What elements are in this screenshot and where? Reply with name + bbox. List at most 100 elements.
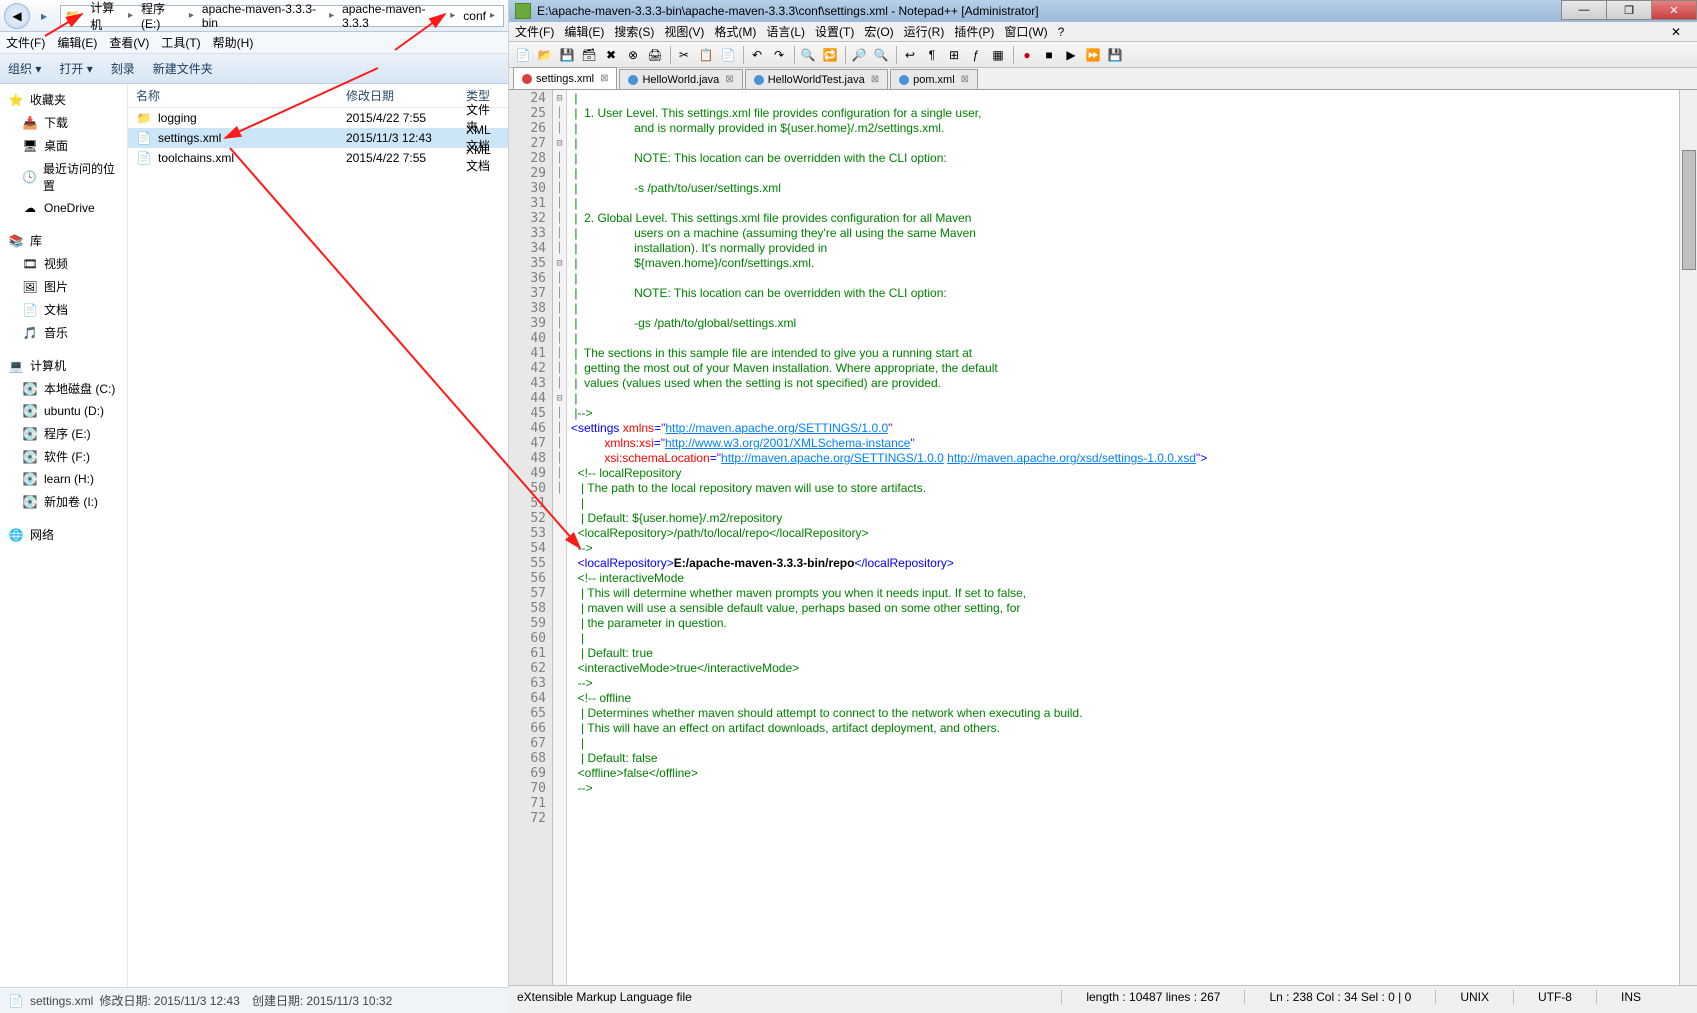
paste-icon[interactable]: 📄 [718, 45, 738, 65]
editor-tab[interactable]: pom.xml⊠ [890, 69, 978, 89]
nav-drive-h[interactable]: 💽learn (H:) [0, 468, 127, 490]
doc-map-icon[interactable]: ▦ [988, 45, 1008, 65]
replace-icon[interactable]: 🔁 [820, 45, 840, 65]
nav-recent[interactable]: 🕓最近访问的位置 [0, 157, 127, 197]
nav-downloads[interactable]: 📥下载 [0, 111, 127, 134]
file-row[interactable]: 📁logging2015/4/22 7:55文件夹 [128, 108, 508, 128]
menu-run[interactable]: 运行(R) [904, 23, 945, 40]
play-icon[interactable]: ▶ [1061, 45, 1081, 65]
nav-desktop[interactable]: 🖥桌面 [0, 134, 127, 157]
close-tab-icon[interactable]: ⊠ [600, 73, 608, 84]
col-name[interactable]: 名称 [136, 87, 346, 104]
menu-format[interactable]: 格式(M) [714, 23, 756, 40]
menu-edit[interactable]: 编辑(E) [57, 34, 97, 51]
nav-pictures[interactable]: 🖼图片 [0, 275, 127, 298]
open-button[interactable]: 打开 ▾ [59, 60, 92, 77]
nav-documents[interactable]: 📄文档 [0, 298, 127, 321]
breadcrumb-segment[interactable]: conf [459, 9, 499, 23]
file-row[interactable]: 📄settings.xml2015/11/3 12:43XML 文档 [128, 128, 508, 148]
new-file-icon[interactable]: 📄 [513, 45, 533, 65]
open-file-icon[interactable]: 📂 [535, 45, 555, 65]
menu-plugins[interactable]: 插件(P) [954, 23, 994, 40]
minimize-button[interactable]: — [1561, 0, 1607, 20]
close-button[interactable]: ✕ [1651, 0, 1697, 20]
menu-help[interactable]: ? [1058, 25, 1065, 39]
menu-view[interactable]: 视图(V) [664, 23, 704, 40]
organize-button[interactable]: 组织 ▾ [8, 60, 41, 77]
wrap-icon[interactable]: ↩ [900, 45, 920, 65]
status-mod: 2015/11/3 12:43 [154, 994, 240, 1008]
nav-onedrive[interactable]: ☁OneDrive [0, 197, 127, 219]
nav-computer[interactable]: 💻计算机 [0, 354, 127, 377]
nav-drive-i[interactable]: 💽新加卷 (I:) [0, 490, 127, 513]
print-icon[interactable]: 🖨 [645, 45, 665, 65]
undo-icon[interactable]: ↶ [747, 45, 767, 65]
menu-help[interactable]: 帮助(H) [213, 34, 254, 51]
close-file-icon[interactable]: ✖ [601, 45, 621, 65]
zoom-in-icon[interactable]: 🔎 [849, 45, 869, 65]
menu-language[interactable]: 语言(L) [766, 23, 805, 40]
menu-window[interactable]: 窗口(W) [1004, 23, 1047, 40]
nav-music[interactable]: 🎵音乐 [0, 321, 127, 344]
copy-icon[interactable]: 📋 [696, 45, 716, 65]
fold-column[interactable]: ⊟ │ │ ⊟ │ │ │ │ │ │ │ ⊟ │ │ │ │ │ │ │ │ … [553, 90, 567, 985]
save-all-icon[interactable]: 🗃 [579, 45, 599, 65]
breadcrumb-segment[interactable]: 计算机 [86, 0, 137, 33]
nav-forward-button[interactable]: ▸ [30, 4, 58, 28]
file-row[interactable]: 📄toolchains.xml2015/4/22 7:55XML 文档 [128, 148, 508, 168]
menu-macro[interactable]: 宏(O) [864, 23, 893, 40]
menu-tools[interactable]: 工具(T) [161, 34, 200, 51]
col-date[interactable]: 修改日期 [346, 87, 466, 104]
nav-videos[interactable]: 🎞视频 [0, 252, 127, 275]
explorer-toolbar: ◀ ▸ 📁 计算机 程序 (E:) apache-maven-3.3.3-bin… [0, 0, 508, 32]
editor-tab[interactable]: settings.xml⊠ [513, 67, 617, 89]
nav-drive-f[interactable]: 💽软件 (F:) [0, 445, 127, 468]
new-folder-button[interactable]: 新建文件夹 [153, 60, 213, 77]
scrollbar-thumb[interactable] [1682, 150, 1696, 270]
menu-search[interactable]: 搜索(S) [614, 23, 654, 40]
nav-drive-e[interactable]: 💽程序 (E:) [0, 422, 127, 445]
breadcrumb-segment[interactable]: 程序 (E:) [137, 0, 198, 31]
func-list-icon[interactable]: ƒ [966, 45, 986, 65]
video-icon: 🎞 [22, 256, 38, 272]
indent-guide-icon[interactable]: ⊞ [944, 45, 964, 65]
mdi-close-button[interactable]: ✕ [1667, 24, 1685, 40]
vertical-scrollbar[interactable] [1679, 90, 1697, 985]
menu-settings[interactable]: 设置(T) [815, 23, 854, 40]
close-tab-icon[interactable]: ⊠ [961, 74, 969, 85]
editor-tab[interactable]: HelloWorld.java⊠ [619, 69, 742, 89]
editor-tab[interactable]: HelloWorldTest.java⊠ [745, 69, 888, 89]
zoom-out-icon[interactable]: 🔍 [871, 45, 891, 65]
nav-drive-d[interactable]: 💽ubuntu (D:) [0, 400, 127, 422]
menu-view[interactable]: 查看(V) [109, 34, 149, 51]
cut-icon[interactable]: ✂ [674, 45, 694, 65]
fast-icon[interactable]: ⏩ [1083, 45, 1103, 65]
show-chars-icon[interactable]: ¶ [922, 45, 942, 65]
nav-favorites[interactable]: ⭐收藏夹 [0, 88, 127, 111]
close-tab-icon[interactable]: ⊠ [871, 74, 879, 85]
burn-button[interactable]: 刻录 [111, 60, 135, 77]
nav-drive-c[interactable]: 💽本地磁盘 (C:) [0, 377, 127, 400]
music-icon: 🎵 [22, 325, 38, 341]
download-icon: 📥 [22, 115, 38, 131]
save-icon[interactable]: 💾 [557, 45, 577, 65]
maximize-button[interactable]: ❐ [1606, 0, 1652, 20]
redo-icon[interactable]: ↷ [769, 45, 789, 65]
nav-back-button[interactable]: ◀ [4, 3, 30, 29]
nav-libraries[interactable]: 📚库 [0, 229, 127, 252]
breadcrumb[interactable]: 📁 计算机 程序 (E:) apache-maven-3.3.3-bin apa… [60, 5, 504, 27]
breadcrumb-segment[interactable]: apache-maven-3.3.3 [338, 2, 459, 30]
code-content[interactable]: | | 1. User Level. This settings.xml fil… [567, 90, 1679, 985]
nav-network[interactable]: 🌐网络 [0, 523, 127, 546]
menu-file[interactable]: 文件(F) [515, 23, 554, 40]
menu-file[interactable]: 文件(F) [6, 34, 45, 51]
record-icon[interactable]: ● [1017, 45, 1037, 65]
menu-edit[interactable]: 编辑(E) [564, 23, 604, 40]
close-all-icon[interactable]: ⊗ [623, 45, 643, 65]
find-icon[interactable]: 🔍 [798, 45, 818, 65]
close-tab-icon[interactable]: ⊠ [725, 74, 733, 85]
line-gutter: 24 25 26 27 28 29 30 31 32 33 34 35 36 3… [509, 90, 553, 985]
breadcrumb-segment[interactable]: apache-maven-3.3.3-bin [198, 2, 338, 30]
save-macro-icon[interactable]: 💾 [1105, 45, 1125, 65]
stop-icon[interactable]: ■ [1039, 45, 1059, 65]
